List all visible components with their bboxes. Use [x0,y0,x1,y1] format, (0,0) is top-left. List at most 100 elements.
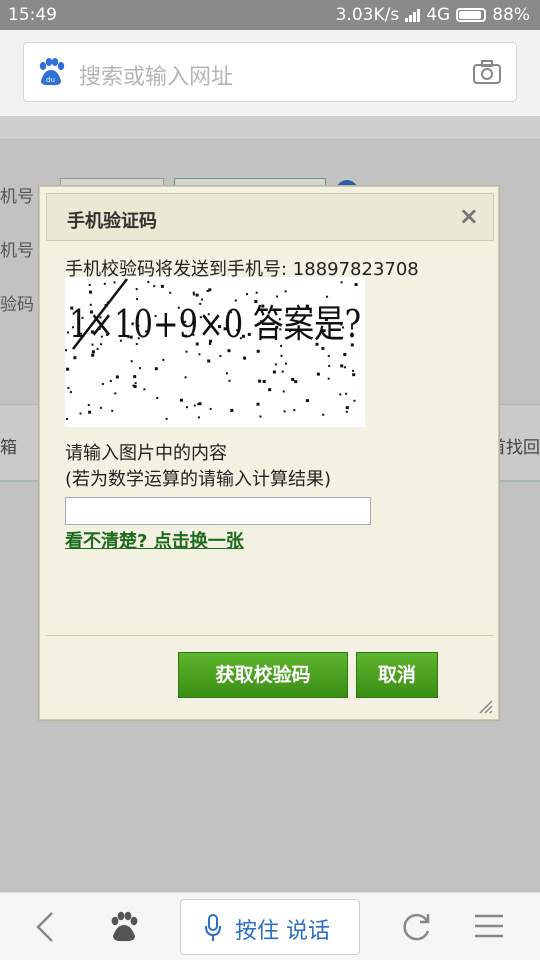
captcha-noise-dot [255,291,258,294]
captcha-noise-dot [268,388,272,392]
captcha-noise-dot [88,283,91,286]
captcha-noise-dot [101,383,104,385]
close-icon[interactable]: × [459,204,479,228]
captcha-noise-dot [219,354,222,357]
resize-grip-icon[interactable] [476,697,494,715]
captcha-noise-dot [208,288,212,292]
camera-icon[interactable] [472,59,502,85]
captcha-noise-dot [136,298,139,301]
captcha-noise-dot [343,366,346,369]
captcha-noise-dot [340,364,344,368]
captcha-noise-dot [132,384,135,387]
status-bar: 15:49 3.03K/s 4G 88% [0,0,540,30]
captcha-noise-dot [256,349,260,353]
captcha-noise-dot [153,285,156,288]
captcha-noise-dot [274,363,277,366]
captcha-noise-dot [66,367,70,371]
background-band [0,116,540,140]
captcha-noise-dot [73,356,77,360]
captcha-noise-dot [143,388,146,391]
captcha-noise-dot [192,291,195,294]
captcha-noise-dot [198,402,202,406]
captcha-noise-dot [111,409,114,412]
captcha-noise-dot [99,406,102,409]
browser-search-area: du 搜索或输入网址 [0,30,540,116]
captcha-noise-dot [184,376,187,379]
captcha-noise-dot [198,353,201,356]
captcha-noise-dot [345,406,349,410]
battery-icon [456,8,487,22]
captcha-image[interactable]: 1×10+9×0 答案是? [65,277,365,427]
captcha-noise-dot [169,291,172,294]
dialog-title: 手机验证码 [67,211,157,232]
captcha-noise-dot [282,390,285,393]
captcha-noise-dot [115,375,119,379]
captcha-noise-dot [67,386,70,389]
captcha-noise-dot [228,379,231,382]
captcha-noise-dot [353,399,356,402]
refresh-captcha-link[interactable]: 看不清楚? 点击换一张 [65,527,244,553]
captcha-noise-dot [291,378,295,381]
captcha-noise-dot [354,283,358,286]
captcha-noise-dot [305,399,309,403]
status-time: 15:49 [8,5,57,25]
captcha-noise-dot [201,298,203,301]
background-label: 机号 [0,187,34,207]
captcha-prompt-hint: (若为数学运算的请输入计算结果) [65,469,332,490]
voice-button-label: 按住 说话 [235,919,330,944]
captcha-noise-dot [69,391,72,394]
captcha-noise-dot [272,370,276,374]
captcha-noise-dot [322,413,325,416]
captcha-noise-dot [147,281,150,283]
captcha-noise-dot [227,349,231,353]
captcha-noise-dot [327,354,330,357]
captcha-noise-dot [197,416,200,419]
baidu-home-icon[interactable] [108,911,140,943]
captcha-noise-dot [276,295,279,298]
captcha-noise-dot [154,367,158,371]
cancel-button[interactable]: 取消 [356,652,438,698]
captcha-noise-dot [262,380,266,383]
captcha-noise-dot [280,354,283,357]
dialog-header: 手机验证码 × [46,193,494,241]
captcha-noise-dot [185,350,188,353]
captcha-prompt: 请输入图片中的内容 [65,443,227,464]
captcha-noise-dot [258,379,262,383]
captcha-noise-dot [91,353,95,357]
search-input[interactable]: du 搜索或输入网址 [23,42,517,102]
captcha-input[interactable] [65,497,371,525]
captcha-noise-dot [66,418,69,420]
captcha-noise-dot [283,410,286,413]
captcha-noise-dot [345,392,348,395]
menu-icon[interactable] [474,913,504,939]
captcha-noise-dot [256,402,260,406]
captcha-noise-dot [206,290,209,292]
captcha-noise-dot [328,364,331,367]
back-icon[interactable] [34,911,58,943]
captcha-noise-dot [165,417,168,420]
captcha-noise-dot [352,373,356,377]
captcha-noise-dot [259,415,262,418]
captcha-noise-dot [114,392,117,395]
refresh-icon[interactable] [400,911,432,943]
voice-input-button[interactable]: 按住 说话 [180,899,360,955]
captcha-noise-dot [179,398,183,402]
captcha-noise-dot [88,410,92,414]
captcha-noise-dot [243,356,247,360]
captcha-noise-dot [281,370,284,373]
captcha-noise-dot [130,360,133,363]
captcha-noise-dot [79,412,82,415]
baidu-paw-icon: du [39,58,65,86]
background-label: 验码 [0,295,34,315]
captcha-noise-dot [162,358,165,361]
captcha-noise-dot [133,375,137,379]
get-code-button[interactable]: 获取校验码 [178,652,348,698]
captcha-noise-dot [91,350,95,354]
captcha-noise-dot [326,295,329,298]
status-right: 3.03K/s 4G 88% [336,5,530,25]
signal-icon [405,8,421,22]
captcha-noise-dot [186,406,188,409]
captcha-noise-dot [316,372,320,376]
captcha-noise-dot [293,409,296,412]
svg-text:du: du [46,76,55,84]
